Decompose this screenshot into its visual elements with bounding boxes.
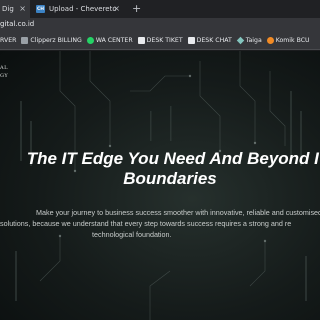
- logo-line: AL: [0, 65, 8, 71]
- bookmark-label: DESK TIKET: [146, 37, 183, 44]
- chevereto-favicon-icon: CH: [36, 5, 45, 13]
- bookmark-label: Komik BCU: [275, 37, 310, 44]
- bookmark-clipperz[interactable]: Clipperz BILLING: [21, 37, 82, 44]
- headline-line: The IT Edge You Need And Beyond IT: [26, 149, 320, 168]
- close-icon[interactable]: ×: [113, 4, 120, 13]
- bookmark-desk-tiket[interactable]: DESK TIKET: [137, 37, 183, 44]
- bookmark-rver[interactable]: RVER: [0, 37, 16, 44]
- hero-headline: The IT Edge You Need And Beyond IT Bound…: [0, 149, 320, 189]
- bookmark-label: WA CENTER: [95, 37, 133, 44]
- address-bar[interactable]: gital.co.id: [0, 18, 320, 32]
- bookmark-wa-center[interactable]: WA CENTER: [86, 37, 133, 44]
- hero-section: AL GY The IT Edge You Need And Beyond IT…: [0, 51, 320, 320]
- address-input[interactable]: gital.co.id: [0, 20, 34, 28]
- company-logo[interactable]: AL GY: [0, 64, 8, 80]
- bookmark-label: Taiga: [245, 37, 262, 44]
- bookmark-label: Clipperz BILLING: [30, 37, 82, 44]
- tab-title: Dig: [2, 5, 14, 13]
- logo-line: GY: [0, 73, 9, 79]
- bookmark-taiga[interactable]: Taiga: [236, 36, 262, 45]
- monitor-icon: [137, 37, 145, 44]
- whatsapp-icon: [86, 37, 94, 44]
- bookmark-label: RVER: [0, 37, 17, 44]
- bookmark-desk-chat[interactable]: DESK CHAT: [187, 37, 232, 44]
- browser-window: Dig × CH Upload - Chevereto × + gital.co…: [0, 0, 320, 320]
- tab-strip: Dig × CH Upload - Chevereto × +: [0, 0, 320, 18]
- description-line: technological foundation.: [92, 230, 172, 239]
- tab-active[interactable]: Dig ×: [0, 0, 30, 18]
- headline-line: Boundaries: [123, 169, 217, 188]
- close-icon[interactable]: ×: [19, 4, 26, 13]
- tab-title: Upload - Chevereto: [49, 5, 117, 13]
- description-line: Make your journey to business success sm…: [36, 208, 320, 217]
- bcu-icon: [266, 37, 274, 44]
- new-tab-button[interactable]: +: [132, 0, 141, 18]
- doc-icon: [21, 37, 29, 44]
- tab-chevereto[interactable]: CH Upload - Chevereto ×: [30, 0, 124, 18]
- monitor-icon: [187, 37, 195, 44]
- bookmarks-bar: RVER Clipperz BILLING WA CENTER DESK TIK…: [0, 32, 320, 50]
- description-line: solutions, because we understand that ev…: [0, 219, 292, 228]
- taiga-icon: [236, 36, 244, 45]
- hero-description: Make your journey to business success sm…: [0, 207, 320, 240]
- bookmark-komik-bcu[interactable]: Komik BCU: [266, 37, 310, 44]
- bookmark-label: DESK CHAT: [196, 37, 232, 44]
